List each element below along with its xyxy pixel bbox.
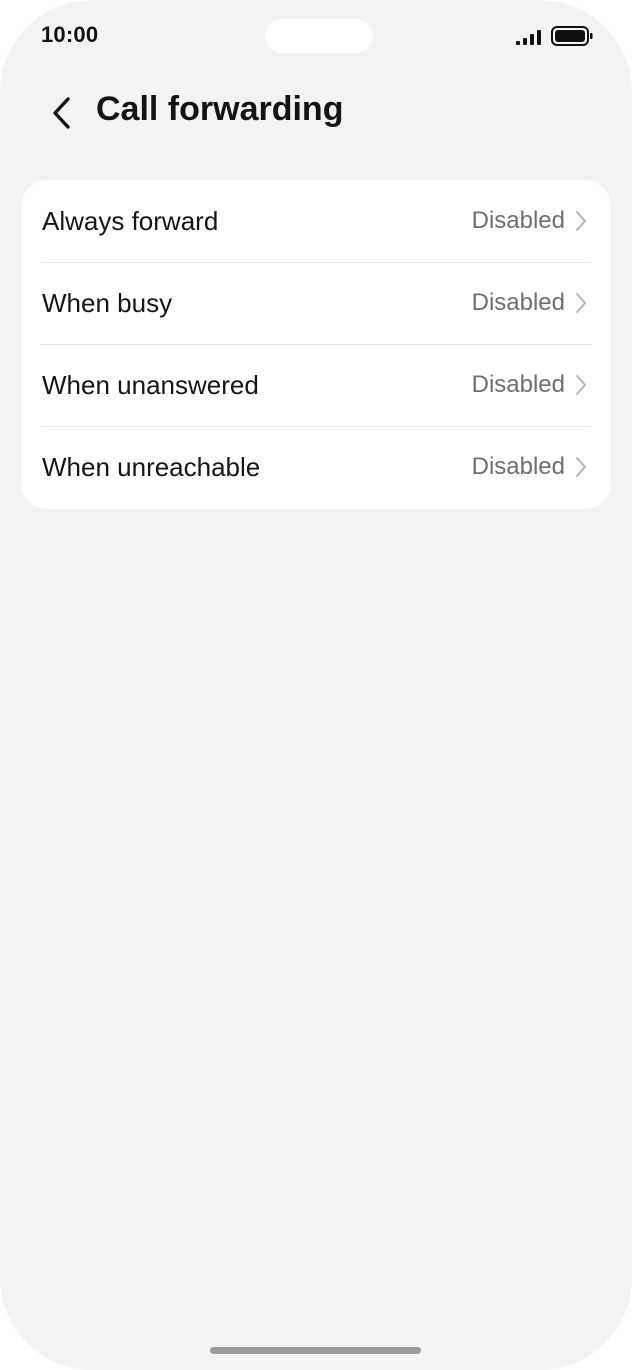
option-always-forward[interactable]: Always forward Disabled xyxy=(21,180,611,262)
option-when-unreachable[interactable]: When unreachable Disabled xyxy=(21,426,611,508)
option-status: Disabled xyxy=(471,453,565,480)
home-indicator[interactable] xyxy=(210,1347,421,1354)
chevron-right-icon xyxy=(575,292,587,314)
option-when-busy[interactable]: When busy Disabled xyxy=(21,262,611,344)
option-label: When unanswered xyxy=(42,369,259,400)
status-bar: 10:00 xyxy=(0,0,632,72)
chevron-right-icon xyxy=(575,374,587,396)
phone-screen: 10:00 Call forwarding Always forward Dis… xyxy=(0,0,632,1370)
option-status: Disabled xyxy=(471,289,565,316)
cellular-signal-icon xyxy=(516,30,541,45)
chevron-right-icon xyxy=(575,210,587,232)
option-label: Always forward xyxy=(42,205,219,236)
option-when-unanswered[interactable]: When unanswered Disabled xyxy=(21,344,611,426)
status-time: 10:00 xyxy=(41,22,99,47)
page-title: Call forwarding xyxy=(96,90,344,128)
chevron-left-icon xyxy=(53,97,70,129)
option-label: When busy xyxy=(42,287,173,318)
option-status: Disabled xyxy=(471,207,565,234)
forwarding-options-card: Always forward Disabled When busy Disabl… xyxy=(21,180,611,509)
chevron-right-icon xyxy=(575,456,587,478)
page-header: Call forwarding xyxy=(0,80,632,146)
battery-full-icon xyxy=(551,26,593,46)
option-status: Disabled xyxy=(471,371,565,398)
dynamic-island xyxy=(265,19,373,53)
option-label: When unreachable xyxy=(42,451,261,482)
back-button[interactable] xyxy=(40,92,82,134)
